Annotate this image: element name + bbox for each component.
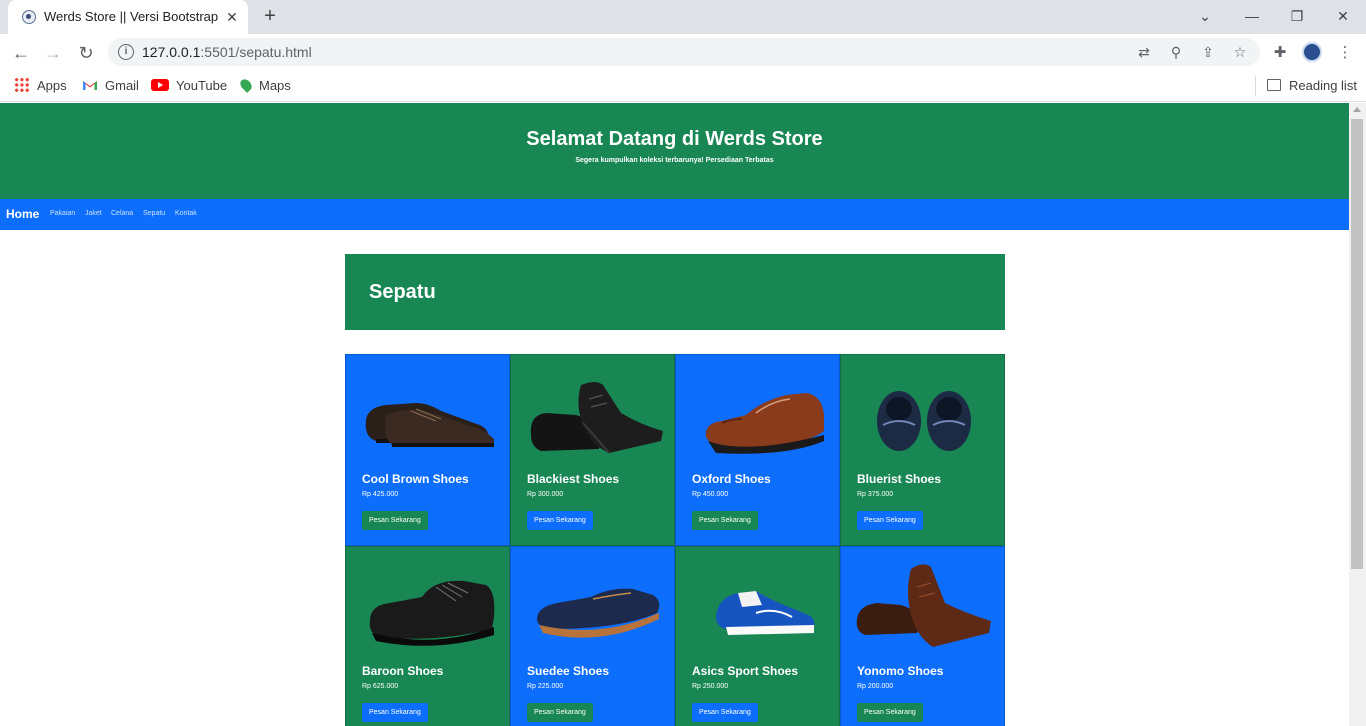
gmail-icon xyxy=(83,81,97,90)
bookmark-label: YouTube xyxy=(176,78,228,93)
order-now-button[interactable]: Pesan Sekarang xyxy=(857,703,923,722)
address-bar[interactable]: i 127.0.0.1:5501/sepatu.html ⇄ ⚲ ⇪ ☆ xyxy=(108,38,1260,66)
bookmark-apps[interactable]: Apps xyxy=(14,76,67,96)
product-card: Cool Brown Shoes Rp 425.000 Pesan Sekara… xyxy=(345,354,510,546)
product-price: Rp 250.000 xyxy=(692,683,729,690)
order-now-button[interactable]: Pesan Sekarang xyxy=(692,703,758,722)
tab-search-icon[interactable]: ⌄ xyxy=(1190,4,1220,28)
tab-title: Werds Store || Versi Bootstrap xyxy=(44,9,219,24)
url-host: 127.0.0.1 xyxy=(142,44,201,60)
url-text[interactable]: 127.0.0.1:5501/sepatu.html xyxy=(142,44,312,60)
product-name: Suedee Shoes xyxy=(527,664,610,678)
youtube-icon xyxy=(151,79,169,91)
product-price: Rp 625.000 xyxy=(362,683,399,690)
tab-strip: Werds Store || Versi Bootstrap ✕ + ⌄ — ❐… xyxy=(0,0,1366,34)
shoe-image xyxy=(369,580,495,646)
product-price: Rp 225.000 xyxy=(527,683,564,690)
bookmark-label: Apps xyxy=(37,78,67,93)
product-name: Asics Sport Shoes xyxy=(692,664,799,678)
reading-list-button[interactable]: Reading list xyxy=(1267,76,1357,96)
product-name: Baroon Shoes xyxy=(362,664,444,678)
section-title: Sepatu xyxy=(369,281,436,303)
product-price: Rp 200.000 xyxy=(857,683,894,690)
bookmark-label: Gmail xyxy=(105,78,139,93)
shoe-image xyxy=(716,591,815,635)
reload-icon[interactable]: ↻ xyxy=(73,40,99,66)
section-header: Sepatu xyxy=(345,254,1005,330)
back-arrow-icon[interactable]: ← xyxy=(8,40,34,66)
product-card: Asics Sport Shoes Rp 250.000 Pesan Sekar… xyxy=(675,546,840,726)
close-window-button[interactable]: ✕ xyxy=(1328,4,1358,28)
order-now-button[interactable]: Pesan Sekarang xyxy=(692,511,758,530)
bookmarks-bar: Apps Gmail YouTube Maps Reading list xyxy=(0,71,1366,102)
bookmark-youtube[interactable]: YouTube xyxy=(151,76,227,96)
order-now-button[interactable]: Pesan Sekarang xyxy=(857,511,923,530)
main-navbar: Home Pakaian Jaket Celana Sepatu Kontak xyxy=(0,199,1349,230)
order-now-button[interactable]: Pesan Sekarang xyxy=(362,703,428,722)
product-price: Rp 375.000 xyxy=(857,491,894,498)
product-card: Baroon Shoes Rp 625.000 Pesan Sekarang xyxy=(345,546,510,726)
product-card: Blackiest Shoes Rp 300.000 Pesan Sekaran… xyxy=(510,354,675,546)
nav-home-link[interactable]: Home xyxy=(6,207,39,221)
bookmark-maps[interactable]: Maps xyxy=(238,76,291,96)
bookmarks-divider xyxy=(1255,76,1256,96)
product-card: Bluerist Shoes Rp 375.000 Pesan Sekarang xyxy=(840,354,1005,546)
bookmark-gmail[interactable]: Gmail xyxy=(82,76,139,96)
scroll-up-arrow-icon[interactable] xyxy=(1353,107,1361,112)
shoe-image xyxy=(530,382,663,454)
nav-link-sepatu[interactable]: Sepatu xyxy=(143,210,165,217)
reading-list-label: Reading list xyxy=(1289,78,1357,93)
restore-button[interactable]: ❐ xyxy=(1282,4,1312,28)
nav-link-kontak[interactable]: Kontak xyxy=(175,210,197,217)
scroll-thumb[interactable] xyxy=(1351,119,1363,569)
shoe-image xyxy=(705,393,824,454)
reading-list-icon xyxy=(1267,79,1281,91)
extensions-icon[interactable]: ✚ xyxy=(1269,42,1291,64)
translate-icon[interactable]: ⇄ xyxy=(1134,42,1154,62)
shoe-image xyxy=(877,391,971,451)
product-price: Rp 450.000 xyxy=(692,491,729,498)
browser-tab[interactable]: Werds Store || Versi Bootstrap ✕ xyxy=(8,0,248,34)
order-now-button[interactable]: Pesan Sekarang xyxy=(527,703,593,722)
browser-toolbar: ← → ↻ i 127.0.0.1:5501/sepatu.html ⇄ ⚲ ⇪… xyxy=(0,34,1366,71)
nav-link-celana[interactable]: Celana xyxy=(111,210,133,217)
product-name: Blackiest Shoes xyxy=(527,472,620,486)
product-name: Cool Brown Shoes xyxy=(362,472,469,486)
bookmark-label: Maps xyxy=(259,78,291,93)
shoe-image xyxy=(537,588,660,638)
hero-subtitle: Segera kumpulkan koleksi terbarunya! Per… xyxy=(575,157,774,164)
menu-kebab-icon[interactable]: ⋮ xyxy=(1334,42,1356,64)
forward-arrow-icon[interactable]: → xyxy=(40,40,66,66)
profile-avatar[interactable] xyxy=(1302,42,1322,62)
share-icon[interactable]: ⇪ xyxy=(1198,42,1218,62)
product-price: Rp 425.000 xyxy=(362,491,399,498)
apps-grid-icon xyxy=(14,77,30,93)
page-scrollbar[interactable] xyxy=(1349,103,1366,726)
order-now-button[interactable]: Pesan Sekarang xyxy=(527,511,593,530)
new-tab-button[interactable]: + xyxy=(258,5,282,29)
nav-link-jaket[interactable]: Jaket xyxy=(85,210,102,217)
bookmark-star-icon[interactable]: ☆ xyxy=(1230,42,1250,62)
product-name: Yonomo Shoes xyxy=(857,664,944,678)
product-name: Oxford Shoes xyxy=(692,472,771,486)
maps-icon xyxy=(238,77,254,93)
minimize-button[interactable]: — xyxy=(1237,4,1267,28)
product-card: Yonomo Shoes Rp 200.000 Pesan Sekarang xyxy=(840,546,1005,726)
shoe-image xyxy=(365,403,494,447)
favicon-icon xyxy=(22,10,36,24)
product-card: Oxford Shoes Rp 450.000 Pesan Sekarang xyxy=(675,354,840,546)
nav-link-pakaian[interactable]: Pakaian xyxy=(50,210,75,217)
zoom-icon[interactable]: ⚲ xyxy=(1166,42,1186,62)
product-price: Rp 300.000 xyxy=(527,491,564,498)
page-viewport: Selamat Datang di Werds Store Segera kum… xyxy=(0,103,1366,726)
hero-banner: Selamat Datang di Werds Store Segera kum… xyxy=(0,103,1349,199)
url-path: :5501/sepatu.html xyxy=(200,44,312,60)
hero-title: Selamat Datang di Werds Store xyxy=(526,128,823,150)
tab-close-icon[interactable]: ✕ xyxy=(222,7,242,27)
site-info-icon[interactable]: i xyxy=(118,44,134,60)
order-now-button[interactable]: Pesan Sekarang xyxy=(362,511,428,530)
product-name: Bluerist Shoes xyxy=(857,472,942,486)
product-card: Suedee Shoes Rp 225.000 Pesan Sekarang xyxy=(510,546,675,726)
shoe-image xyxy=(856,564,991,647)
